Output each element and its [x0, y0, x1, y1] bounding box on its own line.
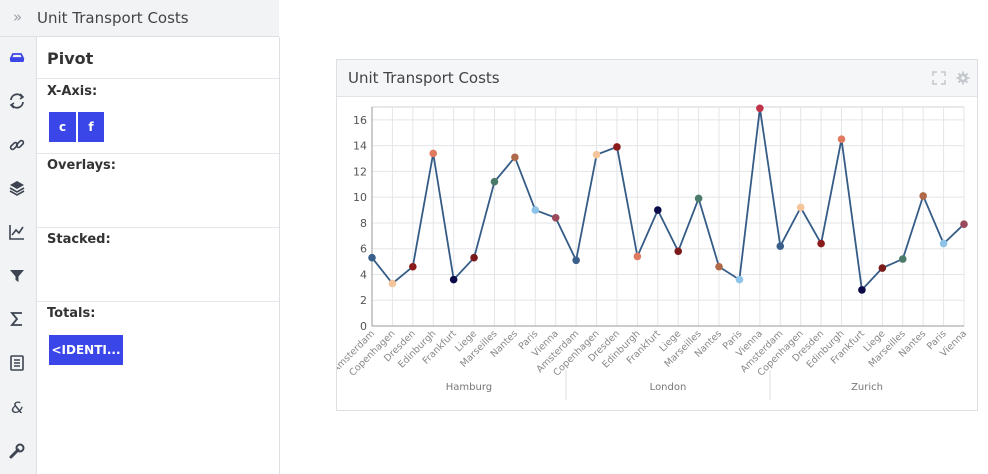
sidebar-title: Unit Transport Costs: [37, 9, 189, 27]
data-point: [592, 150, 601, 159]
filter-icon[interactable]: [8, 267, 28, 287]
data-point: [919, 192, 927, 200]
data-point: [470, 253, 478, 262]
data-point: [960, 220, 968, 229]
xaxis-button-f[interactable]: f: [78, 112, 104, 142]
y-tick-label: 16: [353, 114, 367, 127]
svg-text:&: &: [11, 398, 23, 416]
data-point: [429, 149, 438, 158]
chart-widget: Unit Transport Costs 0 2 4 6 8 10 12 14 16 Amster…: [336, 59, 978, 411]
data-point: [674, 247, 683, 256]
overlays-label: Overlays:: [47, 158, 116, 173]
chart-header: Unit Transport Costs: [337, 60, 977, 97]
ampersand-icon[interactable]: &: [8, 398, 28, 418]
y-tick-label: 4: [360, 268, 367, 281]
sidebar-header: » Unit Transport Costs: [0, 0, 279, 37]
document-icon[interactable]: [8, 354, 28, 374]
x-group-label: Hamburg: [446, 382, 492, 393]
y-tick-label: 8: [360, 217, 367, 230]
plot-area: [371, 106, 965, 327]
wrench-icon[interactable]: [8, 442, 28, 462]
data-point: [368, 253, 376, 262]
divider: [37, 153, 279, 154]
refresh-icon[interactable]: [8, 92, 28, 112]
data-point: [409, 262, 417, 271]
data-point: [715, 262, 723, 271]
car-icon[interactable]: [8, 49, 28, 69]
layers-icon[interactable]: [8, 179, 28, 199]
data-point: [776, 242, 785, 250]
xaxis-label: X-Axis:: [47, 84, 98, 99]
collapse-chevron-icon[interactable]: »: [13, 8, 22, 26]
expand-icon[interactable]: [932, 70, 946, 85]
divider: [37, 78, 279, 79]
line-chart: 0246810121416AmsterdamCopenhagenDresdenE…: [337, 104, 969, 400]
y-tick-label: 2: [360, 294, 367, 307]
data-point: [653, 206, 662, 214]
link-icon[interactable]: [8, 136, 28, 156]
data-point: [878, 264, 887, 272]
data-point: [388, 279, 397, 288]
data-point: [449, 275, 458, 284]
chart-title: Unit Transport Costs: [348, 69, 500, 87]
x-group-label: Zurich: [851, 382, 883, 393]
panel-title: Pivot: [47, 49, 94, 68]
xaxis-button-c[interactable]: c: [49, 112, 76, 142]
data-point: [898, 255, 907, 263]
data-point: [490, 177, 499, 186]
data-point: [837, 135, 846, 144]
data-point: [572, 256, 580, 265]
pivot-panel: Pivot X-Axis: c f Overlays: Stacked: Tot…: [37, 37, 280, 474]
totals-button[interactable]: <IDENTI...: [49, 335, 123, 365]
y-tick-label: 14: [353, 140, 367, 153]
y-tick-label: 12: [353, 165, 367, 178]
data-point: [531, 206, 540, 214]
y-tick-label: 10: [353, 191, 367, 204]
data-point: [796, 203, 805, 212]
divider: [37, 227, 279, 228]
data-point: [511, 153, 519, 162]
line-chart-icon[interactable]: [8, 223, 28, 243]
gear-icon[interactable]: [956, 70, 970, 85]
data-point: [939, 239, 948, 248]
data-point: [817, 239, 825, 248]
data-point: [858, 286, 866, 294]
data-point: [633, 252, 642, 261]
data-point: [756, 104, 764, 113]
data-point: [735, 275, 744, 284]
sigma-icon[interactable]: [8, 310, 28, 330]
divider: [37, 301, 279, 302]
data-point: [551, 213, 560, 222]
totals-label: Totals:: [47, 306, 96, 321]
data-point: [613, 143, 621, 151]
sidebar-iconbar: &: [0, 37, 37, 474]
stacked-label: Stacked:: [47, 232, 111, 247]
y-tick-label: 6: [360, 243, 367, 256]
data-point: [694, 194, 703, 203]
x-group-label: London: [650, 382, 687, 393]
